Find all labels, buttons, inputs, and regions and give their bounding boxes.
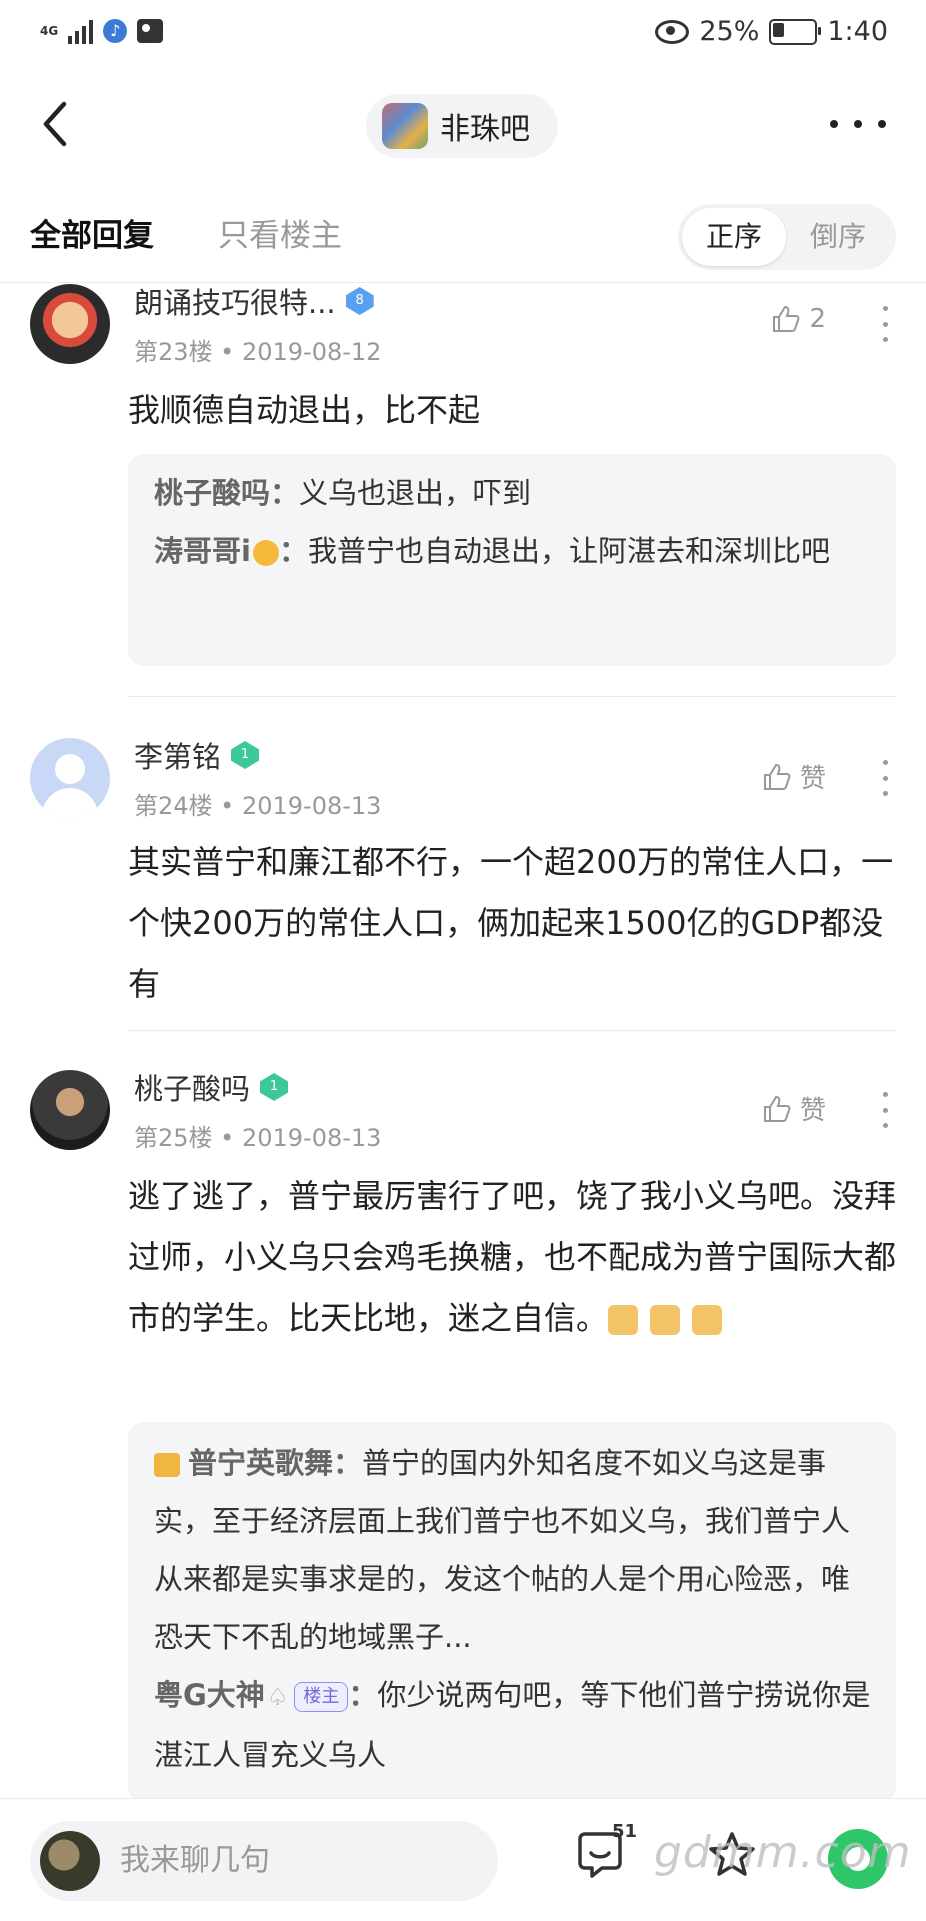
like-label: 赞 (799, 764, 826, 794)
clock: 1:40 (827, 16, 888, 47)
like-button[interactable]: 赞 (762, 1090, 826, 1127)
more-horizontal-icon (830, 120, 838, 128)
chevron-left-icon (43, 101, 67, 147)
reply-box[interactable]: 普宁英歌舞：普宁的国内外知名度不如义乌这是事实，至于经济层面上我们普宁也不如义乌… (128, 1422, 896, 1802)
thumb-up-icon (763, 1095, 791, 1122)
signal-icon (68, 18, 94, 44)
comment-input[interactable]: 我来聊几句 (30, 1821, 498, 1901)
username[interactable]: 朗诵技巧很特... (134, 280, 336, 322)
post-content: 其实普宁和廉江都不行，一个超200万的常住人口，一个快200万的常住人口，俩加起… (128, 843, 894, 1003)
username[interactable]: 桃子酸吗 (134, 1066, 250, 1108)
spade-icon: ♤ (266, 1683, 289, 1711)
avatar[interactable] (30, 284, 110, 364)
thumbs-up-emoji-icon (608, 1305, 639, 1335)
reply-author[interactable]: 粤G大神♤ 楼主： (154, 1678, 377, 1712)
reply-text: 我普宁也自动退出，让阿湛去和深圳比吧 (307, 534, 830, 568)
level-badge: 1 (260, 1073, 289, 1101)
nav-bar: 非珠吧 (0, 80, 926, 180)
crown-icon (154, 1453, 180, 1477)
battery-percent: 25% (699, 16, 760, 47)
more-vertical-icon (882, 760, 888, 765)
level-badge: 8 (345, 287, 374, 315)
bottom-bar: 我来聊几句 51 gdmm.com (0, 1798, 926, 1921)
avatar[interactable] (30, 738, 110, 818)
sort-desc-button[interactable]: 倒序 (786, 208, 890, 266)
tab-only-op[interactable]: 只看楼主 (218, 210, 342, 255)
reply-text: 义乌也退出，吓到 (299, 476, 532, 510)
sort-toggle: 正序 倒序 (678, 204, 896, 270)
reply-author[interactable]: 涛哥哥i： (154, 534, 308, 568)
thumbs-up-emoji-icon (650, 1305, 681, 1335)
input-placeholder: 我来聊几句 (120, 1843, 270, 1878)
status-bar: 4G ♪ 25% 1:40 (0, 0, 926, 72)
network-type: 4G (40, 24, 59, 38)
forum-name: 非珠吧 (440, 112, 530, 147)
music-notification-icon: ♪ (103, 19, 128, 43)
floor-date: 第23楼 • 2019-08-12 (134, 338, 382, 366)
reply-box[interactable]: 桃子酸吗：义乌也退出，吓到 涛哥哥i ：我普宁也自动退出，让阿湛去和深圳比吧 (128, 454, 896, 666)
reply-item: 粤G大神♤ 楼主 ：你少说两句吧，等下他们普宁捞说你是湛江人冒充义乌人 (154, 1666, 874, 1784)
my-avatar (40, 1831, 100, 1891)
eye-comfort-icon (655, 19, 690, 44)
like-button[interactable]: 2 (771, 304, 826, 334)
reply-author[interactable]: 普宁英歌舞： (188, 1446, 362, 1480)
thumb-up-icon (763, 763, 791, 790)
avatar[interactable] (30, 1070, 110, 1150)
image-notification-icon (137, 19, 164, 43)
battery-icon (769, 18, 822, 45)
watermark: gdmm.com (654, 1827, 912, 1878)
divider (128, 1030, 896, 1031)
forum-button[interactable]: 非珠吧 (366, 94, 558, 158)
like-label: 赞 (799, 1096, 826, 1126)
status-left: 4G ♪ (40, 18, 164, 44)
reply-author[interactable]: 桃子酸吗： (154, 476, 299, 510)
post-content: 逃了逃了，普宁最厉害行了吧，饶了我小义乌吧。没拜过师，小义乌只会鸡毛换糖，也不配… (128, 1177, 897, 1337)
sun-emoji-icon (252, 540, 279, 566)
more-vertical-icon (882, 306, 888, 311)
op-badge: 楼主 (294, 1682, 349, 1712)
status-right: 25% 1:40 (655, 16, 888, 47)
forum-avatar (382, 103, 428, 149)
floor-date: 第25楼 • 2019-08-13 (134, 1124, 382, 1152)
sort-asc-button[interactable]: 正序 (682, 208, 786, 266)
post-menu-button[interactable] (880, 306, 890, 342)
back-button[interactable] (36, 100, 76, 148)
reply-item: 普宁英歌舞：普宁的国内外知名度不如义乌这是事实，至于经济层面上我们普宁也不如义乌… (154, 1434, 874, 1666)
like-count: 2 (809, 304, 826, 334)
level-badge: 1 (231, 741, 260, 769)
thumbs-up-emoji-icon (692, 1305, 723, 1335)
post-menu-button[interactable] (880, 1092, 890, 1128)
tab-all-replies[interactable]: 全部回复 (30, 210, 154, 255)
post-menu-button[interactable] (880, 760, 890, 796)
username-row: 桃子酸吗 1 (134, 1066, 289, 1108)
username[interactable]: 李第铭 (134, 734, 221, 776)
floor-date: 第24楼 • 2019-08-13 (134, 792, 382, 820)
username-row: 朗诵技巧很特... 8 (134, 280, 374, 322)
post-content: 我顺德自动退出，比不起 (128, 391, 481, 429)
reply-filter-tabs: 全部回复 只看楼主 正序 倒序 (0, 200, 926, 280)
more-button[interactable] (830, 110, 886, 138)
thumb-up-icon (773, 305, 800, 332)
like-button[interactable]: 赞 (762, 758, 826, 795)
divider (128, 696, 896, 697)
username-row: 李第铭 1 (134, 734, 260, 776)
more-vertical-icon (882, 1092, 888, 1097)
comment-count: 51 (612, 1821, 638, 1842)
reply-item: 桃子酸吗：义乌也退出，吓到 (154, 464, 874, 522)
reply-item: 涛哥哥i ：我普宁也自动退出，让阿湛去和深圳比吧 (154, 522, 874, 580)
